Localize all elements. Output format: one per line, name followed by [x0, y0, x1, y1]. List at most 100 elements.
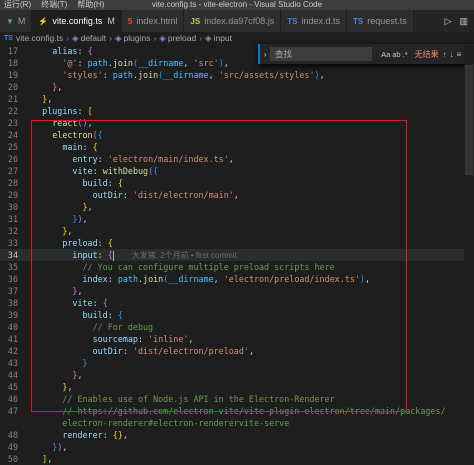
chevron-right-icon[interactable]: ›	[260, 49, 270, 59]
code-token: ,	[223, 58, 229, 68]
code-token: // You can configure multiple preload sc…	[82, 262, 335, 272]
code-text: ],	[22, 453, 52, 465]
code-line[interactable]: 31 }),	[0, 213, 474, 225]
line-number: 47	[7, 406, 18, 416]
code-token: join	[112, 58, 133, 68]
code-line[interactable]: 37 },	[0, 285, 474, 297]
code-line[interactable]: 49 }),	[0, 441, 474, 453]
breadcrumb-item[interactable]: input	[214, 33, 232, 43]
code-line[interactable]: 47 // https://github.com/electron-vite/v…	[0, 405, 474, 417]
tab-vue-file[interactable]: ▼ M	[0, 10, 33, 32]
line-number: 20	[7, 82, 18, 92]
code-line[interactable]: 36 index: path.join(__dirname, 'electron…	[0, 273, 474, 285]
code-line[interactable]: 23 react(),	[0, 117, 474, 129]
ts-file-icon: TS	[353, 16, 364, 26]
regex-toggle[interactable]: .*	[403, 50, 408, 59]
code-line[interactable]: 50 ],	[0, 453, 474, 465]
code-token: path	[87, 58, 108, 68]
code-token: entry	[72, 154, 98, 164]
code-line[interactable]: 22 plugins: [	[0, 105, 474, 117]
tab-index-d-ts[interactable]: TS index.d.ts	[281, 10, 348, 32]
code-line[interactable]: 48 renderer: {},	[0, 429, 474, 441]
code-token: ,	[47, 94, 53, 104]
code-line[interactable]: 24 electron({	[0, 129, 474, 141]
code-token: ,	[228, 154, 234, 164]
line-number: 46	[7, 394, 18, 404]
breadcrumb-item[interactable]: default	[81, 33, 107, 43]
code-line[interactable]: 39 build: {	[0, 309, 474, 321]
code-token: '@'	[62, 58, 78, 68]
tab-vite-config[interactable]: ⚡ vite.config.ts M	[32, 10, 122, 32]
code-token: 'dist/electron/preload'	[132, 346, 249, 356]
tab-index-js[interactable]: JS index.da97cf08.js	[184, 10, 282, 32]
code-line[interactable]: 28 build: {	[0, 177, 474, 189]
breadcrumb-item[interactable]: vite.config.ts	[16, 33, 63, 43]
code-line[interactable]: 46 // Enables use of Node.js API in the …	[0, 393, 474, 405]
arrow-up-icon[interactable]: ↑	[443, 50, 447, 59]
code-token: :	[107, 274, 118, 284]
code-line[interactable]: 33 preload: {	[0, 237, 474, 249]
code-line[interactable]: 38 vite: {	[0, 297, 474, 309]
code-text: }),	[22, 213, 87, 225]
code-line[interactable]: 20 },	[0, 81, 474, 93]
code-text: }),	[22, 441, 67, 453]
run-icon[interactable]: ▷	[445, 16, 452, 27]
menu-run[interactable]: 运行(R)	[4, 0, 31, 10]
scrollbar-thumb[interactable]	[465, 65, 473, 175]
match-word-toggle[interactable]: ab	[392, 50, 400, 59]
code-line[interactable]: 32 },	[0, 225, 474, 237]
code-line[interactable]: 45 },	[0, 381, 474, 393]
code-line[interactable]: 29 outDir: 'dist/electron/main',	[0, 189, 474, 201]
code-line[interactable]: 44 },	[0, 369, 474, 381]
code-line[interactable]: 42 outDir: 'dist/electron/preload',	[0, 345, 474, 357]
code-token: ,	[213, 274, 224, 284]
find-input[interactable]: 查找	[270, 47, 372, 61]
vertical-scrollbar[interactable]	[464, 45, 474, 422]
code-line[interactable]: electron-renderer#electron-renderervite-…	[0, 417, 474, 429]
code-line[interactable]: 30 },	[0, 201, 474, 213]
code-line[interactable]: 43 }	[0, 357, 474, 369]
code-line[interactable]: 41 sourcemap: 'inline',	[0, 333, 474, 345]
menu-terminal[interactable]: 终端(T)	[41, 0, 67, 10]
code-line[interactable]: 25 main: {	[0, 141, 474, 153]
code-text: '@': path.join(__dirname, 'src'),	[22, 57, 229, 69]
menu-icon[interactable]: ≡	[457, 50, 462, 59]
code-text: },	[22, 201, 93, 213]
code-editor[interactable]: 17 alias: {18 '@': path.join(__dirname, …	[0, 45, 474, 464]
code-line[interactable]: 26 entry: 'electron/main/index.ts',	[0, 153, 474, 165]
tab-index-html[interactable]: 5 index.html	[121, 10, 185, 32]
arrow-down-icon[interactable]: ↓	[450, 50, 454, 59]
tab-label: index.d.ts	[301, 16, 341, 26]
code-token: [	[87, 106, 93, 116]
breadcrumb-item[interactable]: preload	[168, 33, 196, 43]
code-line[interactable]: 21 },	[0, 93, 474, 105]
cube-icon: ◈	[159, 32, 166, 43]
cube-icon: ◈	[114, 32, 122, 43]
chevron-right-icon: ›	[109, 33, 112, 43]
match-case-toggle[interactable]: Aa	[381, 50, 390, 59]
modified-badge: M	[107, 16, 115, 26]
code-token: 'electron/main/index.ts'	[107, 154, 229, 164]
code-token: {	[107, 238, 113, 248]
line-number: 42	[7, 346, 18, 356]
code-line[interactable]: 34 input: {大发猪, 2个月前 • first commit	[0, 249, 474, 261]
tab-request-ts[interactable]: TS request.ts	[347, 10, 414, 32]
code-token: ,	[248, 346, 254, 356]
code-line[interactable]: 35 // You can configure multiple preload…	[0, 261, 474, 273]
breadcrumb-item[interactable]: plugins	[124, 33, 151, 43]
code-line[interactable]: 40 // For debug	[0, 321, 474, 333]
code-token: {	[87, 46, 93, 56]
code-token: :	[92, 298, 103, 308]
code-text: // https://github.com/electron-vite/vite…	[22, 405, 445, 417]
code-line[interactable]: 19 'styles': path.join(__dirname, 'src/a…	[0, 69, 474, 81]
code-line[interactable]: 27 vite: withDebug({	[0, 165, 474, 177]
code-token: 'src'	[193, 58, 219, 68]
menu-help[interactable]: 帮助(H)	[77, 0, 104, 10]
split-editor-icon[interactable]: ▥	[459, 16, 468, 27]
code-text: },	[22, 225, 72, 237]
tab-label: request.ts	[367, 16, 407, 26]
